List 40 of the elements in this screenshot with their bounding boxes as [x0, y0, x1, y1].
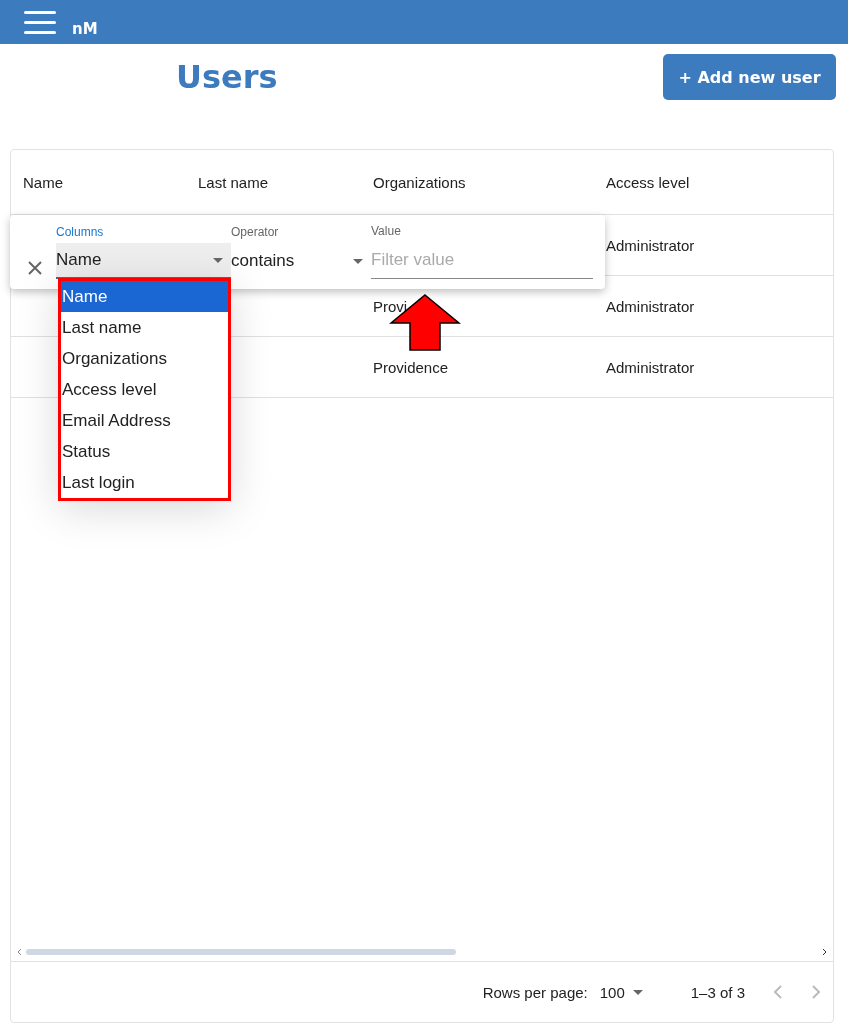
scroll-left-icon[interactable]: [17, 948, 22, 956]
page-range: 1–3 of 3: [690, 983, 745, 1001]
menu-item[interactable]: Organizations: [61, 343, 228, 374]
field-label: Columns: [56, 225, 105, 239]
table-cell-text: Administrator: [605, 358, 696, 376]
rows-per-page-label: Rows per page:: [482, 983, 588, 1001]
table-cell-text: Provi: [372, 297, 409, 315]
page-title: Users: [176, 58, 278, 96]
column-header[interactable]: Name: [11, 173, 186, 191]
columns-select[interactable]: Name: [56, 243, 231, 279]
column-header[interactable]: Last name: [186, 173, 361, 191]
column-header[interactable]: Access level: [594, 173, 833, 191]
table-cell-text: Providence: [372, 358, 450, 376]
previous-page-button[interactable]: [773, 984, 783, 1000]
chevron-right-icon: [811, 984, 821, 1000]
menu-icon[interactable]: [24, 10, 56, 34]
table-cell-text: Administrator: [605, 297, 696, 315]
close-button[interactable]: [28, 261, 42, 275]
menu-item[interactable]: Access level: [61, 374, 228, 405]
menu-item[interactable]: Status: [61, 436, 228, 467]
rows-per-page-select[interactable]: 100: [599, 983, 651, 1001]
caret-icon: [632, 989, 643, 995]
next-page-button[interactable]: [811, 984, 821, 1000]
table-cell-text: Administrator: [605, 236, 696, 254]
menu-item[interactable]: Email Address: [61, 405, 228, 436]
field-label: Operator: [231, 225, 280, 239]
scroll-right-icon[interactable]: [822, 948, 827, 956]
app-logo: nM: [72, 20, 98, 40]
chevron-left-icon: [773, 984, 783, 1000]
scrollbar-thumb[interactable]: [26, 949, 456, 955]
column-header[interactable]: Organizations: [361, 173, 594, 191]
menu-item[interactable]: Last login: [61, 467, 228, 498]
menu-item[interactable]: Name: [61, 281, 228, 312]
close-icon: [28, 261, 42, 275]
menu-item[interactable]: Last name: [61, 312, 228, 343]
caret-icon: [353, 258, 363, 264]
field-label: Value: [371, 224, 402, 238]
add-user-button[interactable]: + Add new user: [663, 54, 836, 100]
caret-icon: [213, 257, 223, 263]
operator-select[interactable]: contains: [231, 243, 371, 279]
